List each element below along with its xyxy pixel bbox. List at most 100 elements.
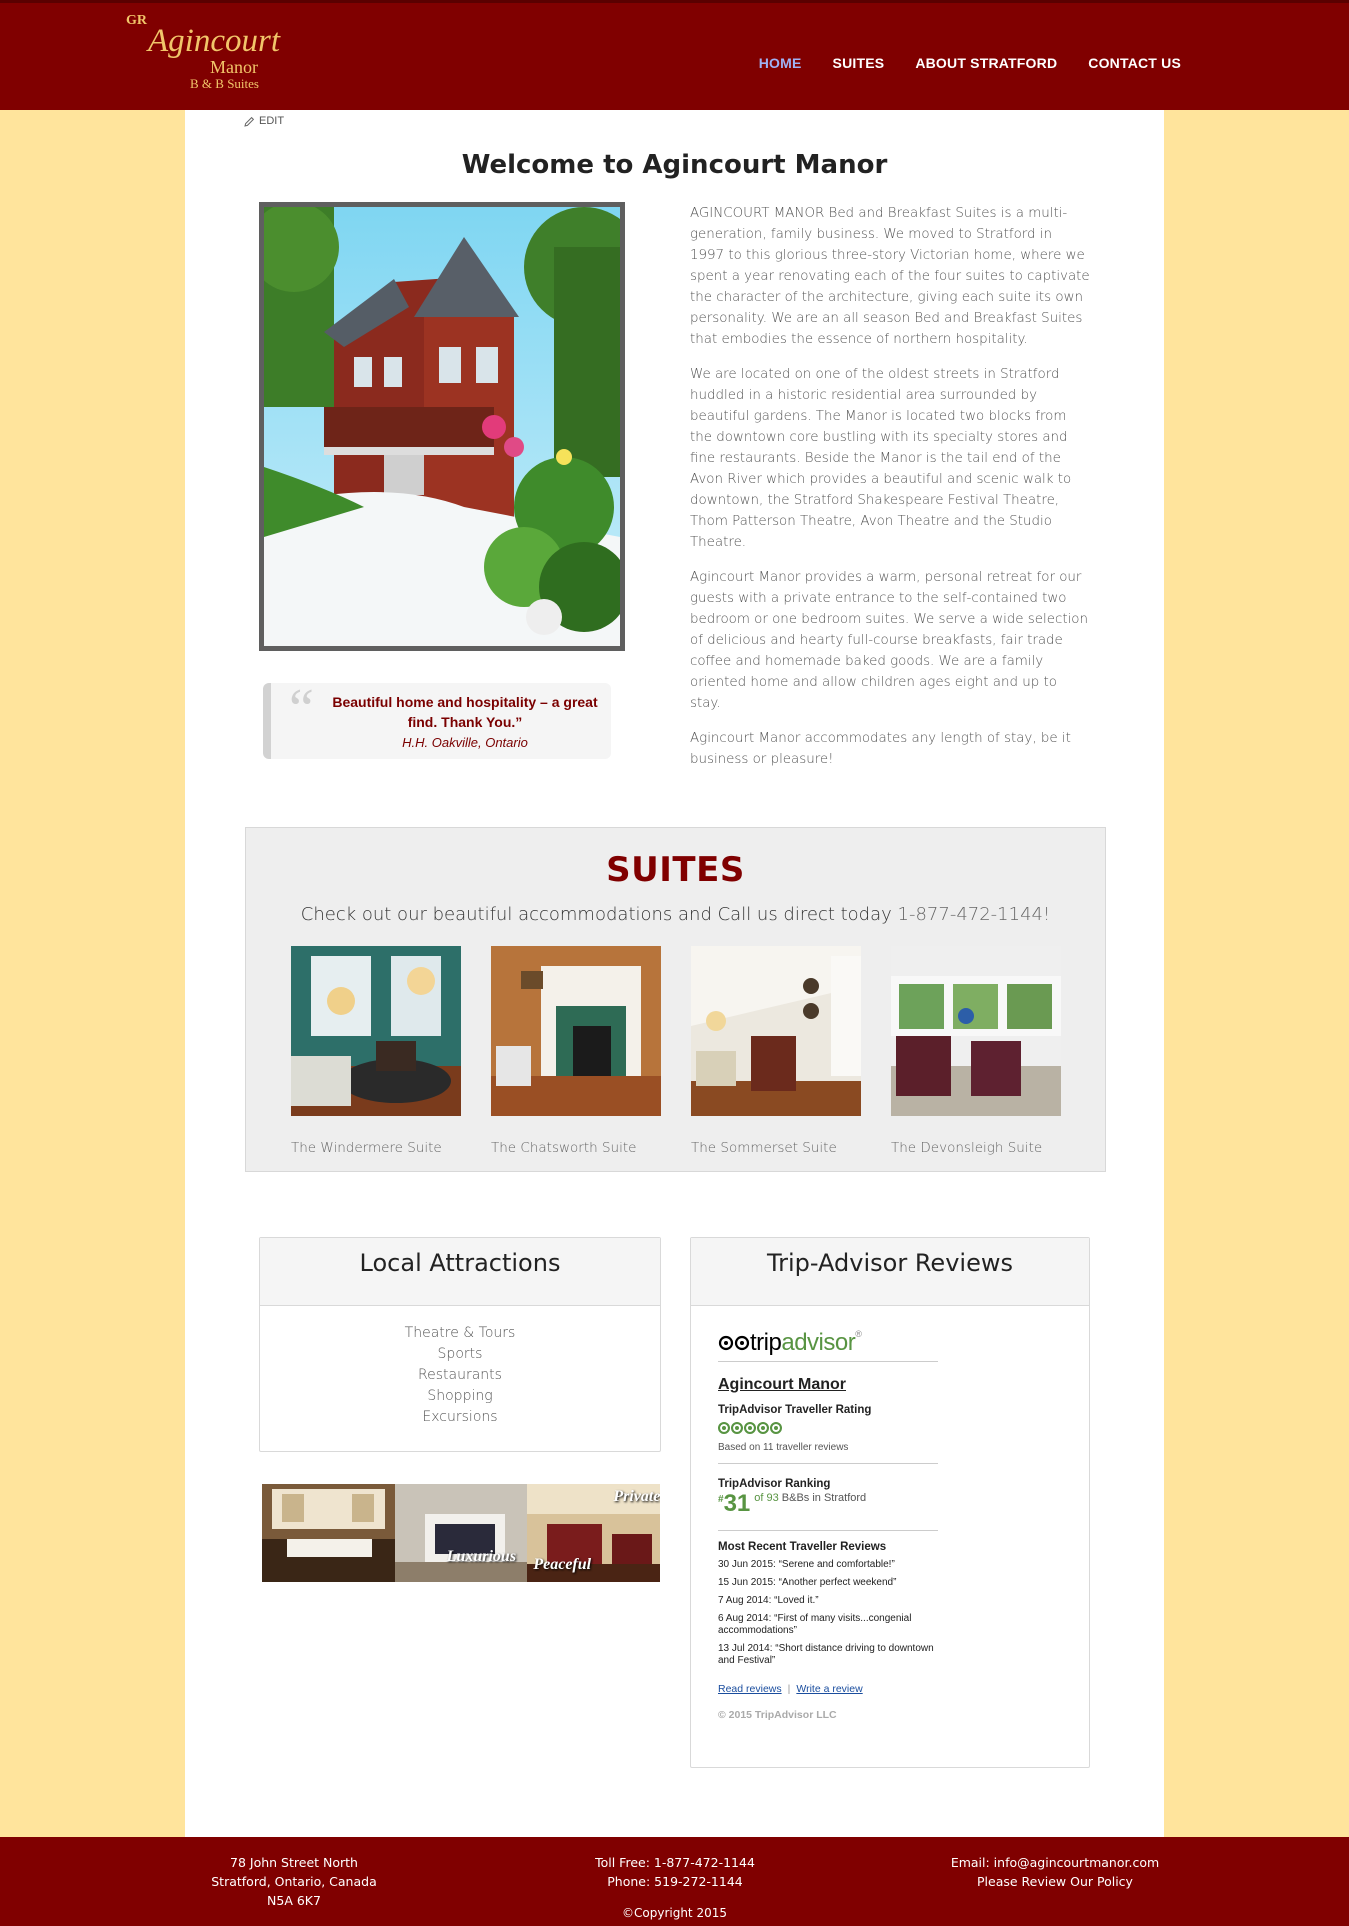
intro-paragraph: Agincourt Manor provides a warm, persona… — [690, 570, 1088, 711]
tripadvisor-copyright: © 2015 TripAdvisor LLC — [718, 1709, 837, 1721]
ranking-text: of 93 B&Bs in Stratford — [754, 1492, 866, 1516]
suites-section: SUITES Check out our beautiful accommoda… — [245, 827, 1106, 1172]
site-footer: 78 John Street North Stratford, Ontario,… — [0, 1837, 1349, 1926]
review-item[interactable]: 6 Aug 2014: “First of many visits...cong… — [718, 1613, 938, 1637]
attractions-list: Theatre & Tours Sports Restaurants Shopp… — [260, 1306, 660, 1428]
edit-link[interactable]: EDIT — [244, 115, 284, 127]
local-phone[interactable]: Phone: 519-272-1144 — [570, 1872, 780, 1891]
intro-paragraph: We are located on one of the oldest stre… — [690, 367, 1072, 550]
review-policy-link[interactable]: Please Review Our Policy — [935, 1872, 1175, 1891]
banner-photo-sitting: Private Peaceful — [527, 1484, 660, 1582]
banner-photo-bedroom: Luxurious — [394, 1484, 528, 1582]
page-title: Welcome to Agincourt Manor — [461, 150, 888, 180]
testimonial-quote: “ Beautiful home and hospitality – a gre… — [263, 678, 611, 759]
nav-about-stratford[interactable]: ABOUT STRATFORD — [915, 55, 1057, 71]
suite-photo[interactable] — [691, 946, 861, 1116]
banner-word: Private — [613, 1488, 660, 1505]
address-line: 78 John Street North — [230, 1855, 358, 1870]
logo-monogram: GR — [126, 13, 147, 28]
attraction-link[interactable]: Restaurants — [260, 1365, 660, 1386]
suite-card-devonsleigh[interactable]: The Devonsleigh Suite — [891, 946, 1061, 1156]
tripadvisor-logo[interactable]: tripadvisor® — [718, 1328, 938, 1362]
review-item[interactable]: 7 Aug 2014: “Loved it.” — [718, 1595, 938, 1607]
address-line: Stratford, Ontario, Canada — [211, 1874, 377, 1889]
email-link[interactable]: Email: info@agincourtmanor.com — [935, 1853, 1175, 1872]
logo-advisor: advisor — [781, 1328, 856, 1356]
tripadvisor-title: Trip-Advisor Reviews — [691, 1238, 1089, 1306]
suites-title: SUITES — [606, 850, 745, 890]
owl-eyes-icon — [718, 1333, 750, 1353]
toll-free-phone[interactable]: Toll Free: 1-877-472-1144 — [570, 1853, 780, 1872]
footer-copyright: ©Copyright 2015 — [622, 1906, 727, 1920]
footer-phones: Toll Free: 1-877-472-1144 Phone: 519-272… — [570, 1853, 780, 1891]
promo-banner: Luxurious Private Peaceful — [262, 1484, 660, 1582]
main-nav: HOME SUITES ABOUT STRATFORD CONTACT US — [759, 55, 1181, 71]
ranking-heading: TripAdvisor Ranking — [718, 1478, 831, 1490]
banner-word: Luxurious — [446, 1548, 517, 1565]
banner-photo-dining — [262, 1484, 395, 1582]
suites-subtitle-text: Check out our beautiful accommodations a… — [300, 904, 898, 925]
ranking-number: #31 — [718, 1492, 750, 1516]
review-count: Based on 11 traveller reviews — [718, 1442, 938, 1464]
tripadvisor-panel: Trip-Advisor Reviews tripadvisor® Aginco… — [690, 1237, 1090, 1768]
review-item[interactable]: 15 Jun 2015: “Another perfect weekend” — [718, 1577, 938, 1589]
write-review-link[interactable]: Write a review — [796, 1683, 862, 1695]
rating-bubbles — [718, 1422, 938, 1434]
suite-photo[interactable] — [891, 946, 1061, 1116]
quote-text: Beautiful home and hospitality – a great… — [332, 694, 598, 730]
logo-title: Agincourt — [148, 23, 280, 59]
edit-label: EDIT — [259, 115, 285, 127]
read-reviews-link[interactable]: Read reviews — [718, 1683, 782, 1695]
review-item[interactable]: 30 Jun 2015: “Serene and comfortable!” — [718, 1559, 938, 1571]
nav-suites[interactable]: SUITES — [833, 55, 885, 71]
banner-word: Peaceful — [533, 1556, 592, 1573]
site-header: GR Agincourt Manor B & B Suites HOME SUI… — [0, 0, 1349, 110]
manor-photo — [259, 202, 625, 651]
attraction-link[interactable]: Shopping — [260, 1386, 660, 1407]
suite-caption[interactable]: The Chatsworth Suite — [491, 1140, 661, 1156]
rating-bubble-icon — [770, 1422, 782, 1434]
logo-subtitle: Manor — [210, 57, 258, 77]
local-attractions-title: Local Attractions — [260, 1238, 660, 1306]
main-content: EDIT Welcome to Agincourt Manor “ Beauti… — [185, 110, 1164, 1837]
pencil-icon — [244, 116, 255, 127]
suite-card-windermere[interactable]: The Windermere Suite — [291, 946, 461, 1156]
suite-caption[interactable]: The Sommerset Suite — [691, 1140, 861, 1156]
nav-home[interactable]: HOME — [759, 55, 802, 71]
logo-tagline: B & B Suites — [190, 76, 259, 91]
rating-bubble-icon — [718, 1422, 730, 1434]
suites-phone[interactable]: 1-877-472-1144! — [898, 904, 1051, 925]
rating-bubble-icon — [744, 1422, 756, 1434]
ranking-value: 31 — [723, 1490, 751, 1517]
recent-reviews-heading: Most Recent Traveller Reviews — [718, 1541, 887, 1553]
suite-photo[interactable] — [491, 946, 661, 1116]
quote-mark-icon: “ — [289, 678, 314, 740]
suite-card-chatsworth[interactable]: The Chatsworth Suite — [491, 946, 661, 1156]
nav-contact-us[interactable]: CONTACT US — [1088, 55, 1181, 71]
footer-address: 78 John Street North Stratford, Ontario,… — [194, 1853, 394, 1910]
rating-bubble-icon — [757, 1422, 769, 1434]
intro-paragraph: AGINCOURT MANOR Bed and Breakfast Suites… — [690, 206, 1090, 347]
intro-paragraph: Agincourt Manor accommodates any length … — [690, 731, 1071, 767]
rating-bubble-icon — [731, 1422, 743, 1434]
ranking-of[interactable]: of 93 — [754, 1492, 778, 1504]
attraction-link[interactable]: Sports — [260, 1344, 660, 1365]
site-logo[interactable]: GR Agincourt Manor B & B Suites — [126, 11, 286, 91]
quote-author: H.H. Oakville, Ontario — [402, 735, 528, 750]
tripadvisor-widget: tripadvisor® Agincourt Manor TripAdvisor… — [718, 1328, 938, 1721]
recent-reviews-list: 30 Jun 2015: “Serene and comfortable!” 1… — [718, 1559, 938, 1667]
property-name-link[interactable]: Agincourt Manor — [718, 1376, 938, 1394]
review-links: Read reviews | Write a review — [718, 1683, 938, 1695]
link-separator: | — [787, 1683, 791, 1695]
footer-contact: Email: info@agincourtmanor.com Please Re… — [935, 1853, 1175, 1891]
ranking-category: B&Bs in Stratford — [778, 1492, 867, 1504]
suite-caption[interactable]: The Devonsleigh Suite — [891, 1140, 1061, 1156]
attraction-link[interactable]: Excursions — [260, 1407, 660, 1428]
suite-photo[interactable] — [291, 946, 461, 1116]
review-item[interactable]: 13 Jul 2014: “Short distance driving to … — [718, 1643, 938, 1667]
rating-heading: TripAdvisor Traveller Rating — [718, 1404, 872, 1416]
suite-card-sommerset[interactable]: The Sommerset Suite — [691, 946, 861, 1156]
suite-caption[interactable]: The Windermere Suite — [291, 1140, 461, 1156]
logo-registered: ® — [855, 1328, 862, 1339]
attraction-link[interactable]: Theatre & Tours — [260, 1323, 660, 1344]
